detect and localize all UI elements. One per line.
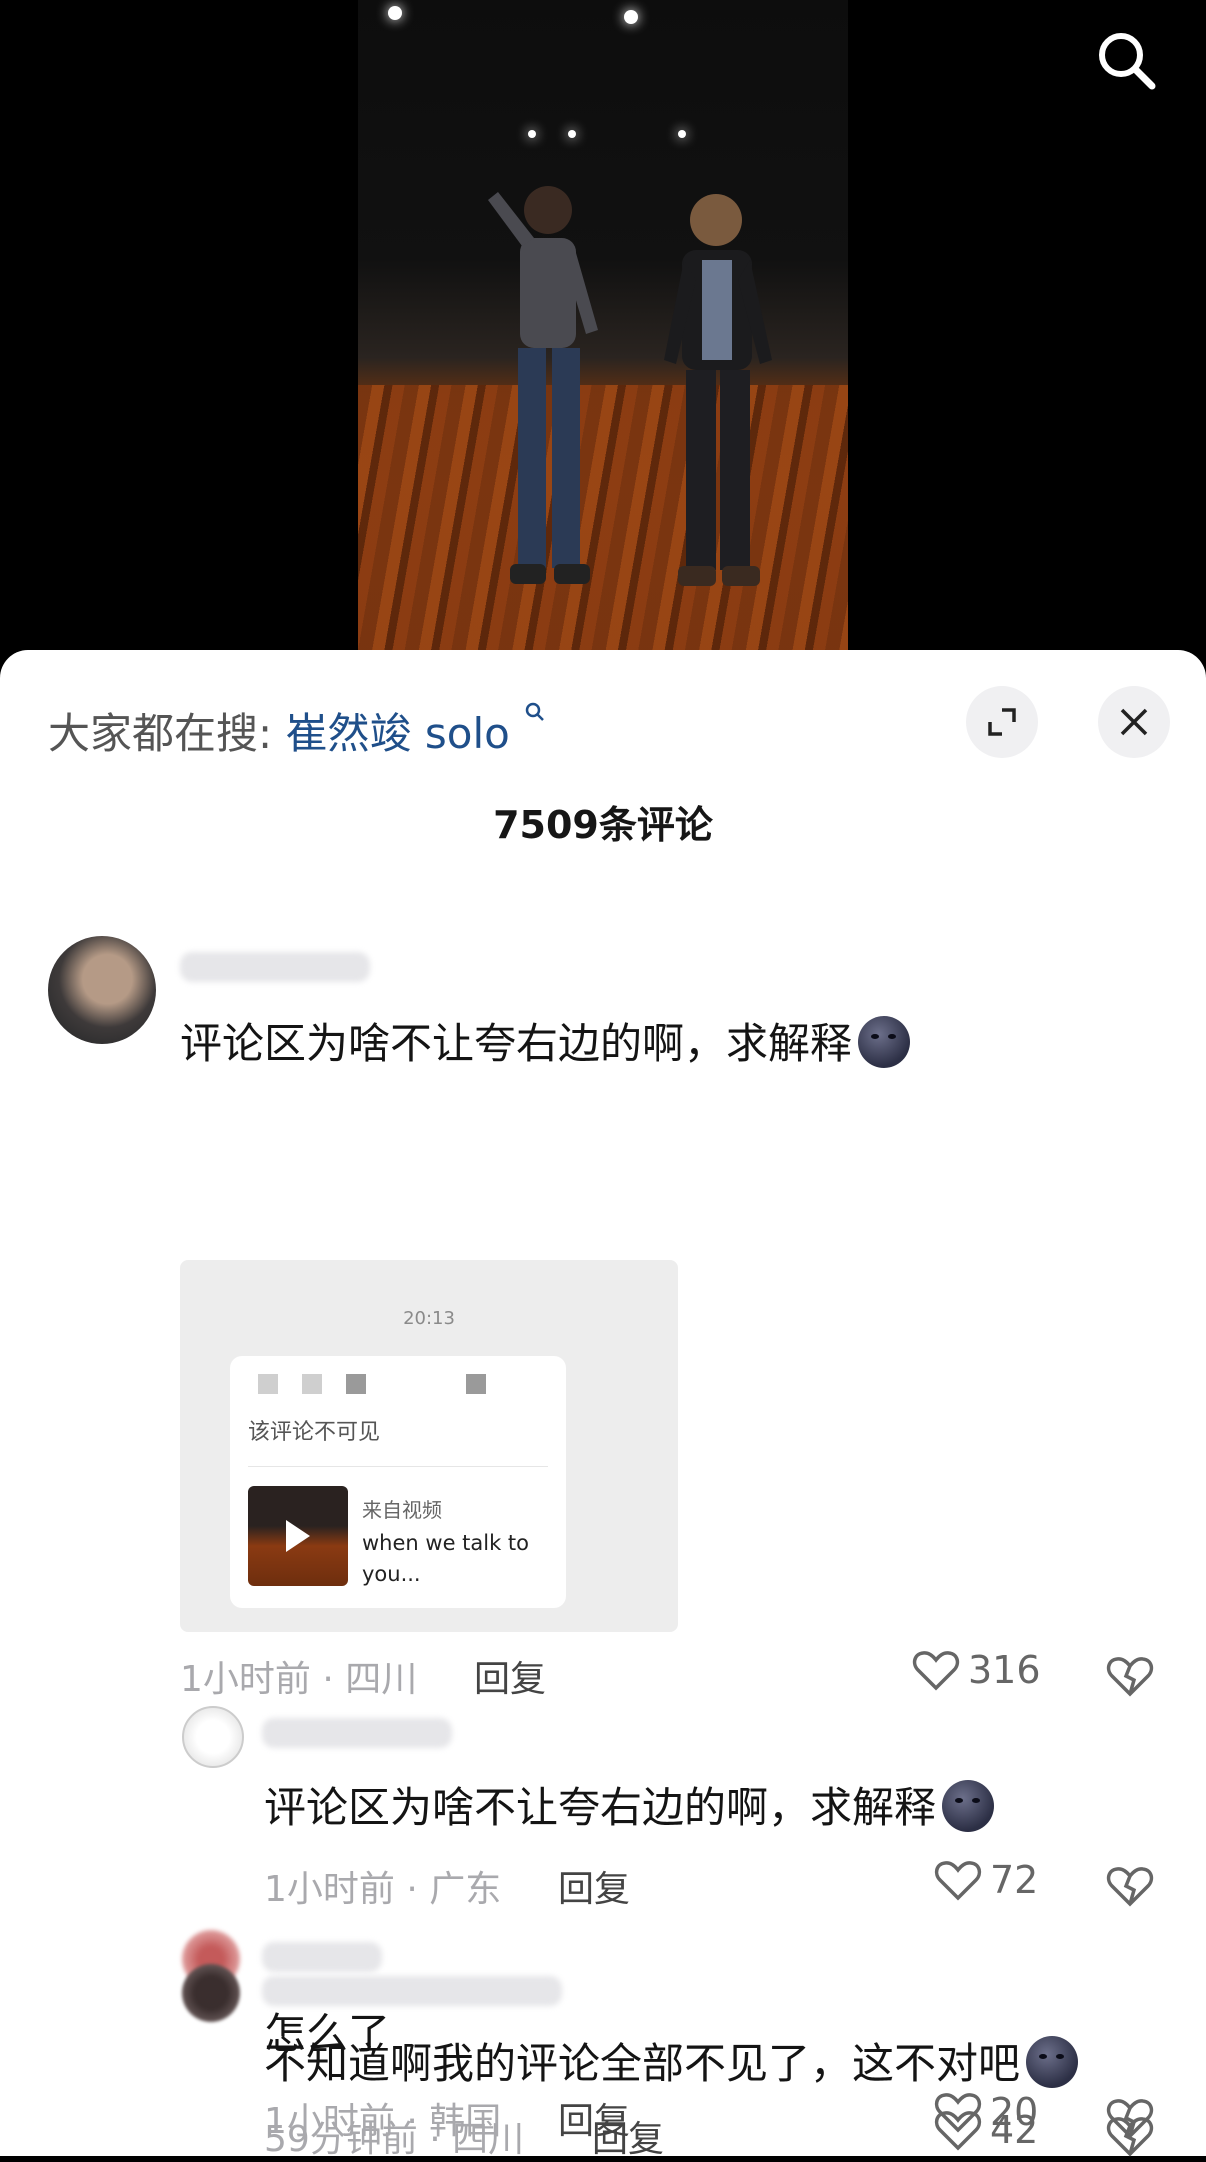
reply-item: 评论区为啥不让夸右边的啊，求解释 1小时前 · 广东 回复 72 bbox=[0, 1690, 1206, 1910]
redacted-block bbox=[466, 1374, 486, 1394]
time-location: 1小时前 · 广东 bbox=[264, 1869, 502, 1910]
heart-icon bbox=[934, 1861, 982, 1901]
dancer-right bbox=[664, 194, 772, 586]
play-icon bbox=[286, 1520, 310, 1552]
moon-face-emoji bbox=[858, 1016, 911, 1068]
like-count: 42 bbox=[990, 2108, 1039, 2152]
comment-sheet: 大家都在搜: 崔然竣 solo 7509条评论 评论区为啥不让夸右边的啊，求解释… bbox=[0, 650, 1206, 2156]
comment-text-content: 不知道啊我的评论全部不见了，这不对吧 bbox=[264, 2039, 1021, 2088]
avatar[interactable] bbox=[182, 1964, 240, 2022]
attachment-card: 该评论不可见 来自视频 when we talk to you... bbox=[230, 1356, 566, 1608]
comment-count: 7509条评论 bbox=[493, 803, 713, 847]
everyone-search-prefix: 大家都在搜: bbox=[48, 709, 273, 758]
redacted-block bbox=[302, 1374, 322, 1394]
comment-text: 评论区为啥不让夸右边的啊，求解释 bbox=[264, 1774, 995, 1835]
close-button[interactable] bbox=[1098, 686, 1170, 758]
comment-item: 评论区为啥不让夸右边的啊，求解释 20:13 该评论不可见 来自视频 when … bbox=[0, 880, 1206, 1700]
moon-face-emoji bbox=[1026, 2036, 1079, 2088]
username[interactable] bbox=[262, 1976, 562, 2006]
video-player[interactable] bbox=[0, 0, 1206, 660]
comment-text-content: 评论区为啥不让夸右边的啊，求解释 bbox=[264, 1783, 937, 1832]
everyone-search-keyword[interactable]: 崔然竣 solo bbox=[286, 709, 510, 758]
search-icon[interactable] bbox=[1094, 28, 1158, 92]
comment-text-content: 评论区为啥不让夸右边的啊，求解释 bbox=[180, 1019, 853, 1068]
from-video-label: 来自视频 bbox=[362, 1498, 442, 1522]
comment-image-attachment[interactable]: 20:13 该评论不可见 来自视频 when we talk to you... bbox=[180, 1260, 678, 1632]
avatar[interactable] bbox=[48, 936, 156, 1044]
redacted-block bbox=[346, 1374, 366, 1394]
reply-button[interactable]: 回复 bbox=[592, 2110, 664, 2162]
like-count: 72 bbox=[990, 1858, 1039, 1902]
dancer-left bbox=[488, 186, 598, 584]
heart-icon bbox=[934, 2111, 982, 2151]
video-title: when we talk to you... bbox=[362, 1531, 530, 1586]
username[interactable] bbox=[180, 952, 370, 982]
invisible-notice: 该评论不可见 bbox=[248, 1420, 381, 1445]
video-frame[interactable] bbox=[358, 0, 848, 650]
everyone-search[interactable]: 大家都在搜: 崔然竣 solo bbox=[48, 700, 547, 761]
heart-icon bbox=[912, 1651, 960, 1691]
avatar[interactable] bbox=[182, 1706, 244, 1768]
reply-item: 不知道啊我的评论全部不见了，这不对吧 59分钟前 · 四川 回复 42 bbox=[0, 1952, 1206, 2160]
dislike-icon[interactable] bbox=[1106, 2112, 1154, 2160]
video-thumbnail bbox=[248, 1486, 348, 1586]
like-button[interactable]: 72 bbox=[934, 1858, 1038, 1902]
comment-text: 评论区为啥不让夸右边的啊，求解释 bbox=[180, 1010, 911, 1071]
expand-button[interactable] bbox=[966, 686, 1038, 758]
redacted-block bbox=[258, 1374, 278, 1394]
like-button[interactable]: 316 bbox=[912, 1648, 1041, 1692]
divider bbox=[248, 1466, 548, 1467]
attachment-time: 20:13 bbox=[403, 1308, 455, 1329]
comment-text: 不知道啊我的评论全部不见了，这不对吧 bbox=[264, 2030, 1079, 2091]
reply-button[interactable]: 回复 bbox=[558, 1860, 630, 1912]
dislike-icon[interactable] bbox=[1106, 1862, 1154, 1910]
time-location: 59分钟前 · 四川 bbox=[264, 2119, 525, 2160]
like-button[interactable]: 42 bbox=[934, 2108, 1038, 2152]
expand-icon bbox=[988, 708, 1016, 736]
close-icon bbox=[1120, 708, 1148, 736]
moon-face-emoji bbox=[942, 1780, 995, 1832]
username[interactable] bbox=[262, 1718, 452, 1748]
search-small-icon bbox=[525, 702, 545, 721]
like-count: 316 bbox=[968, 1648, 1041, 1692]
